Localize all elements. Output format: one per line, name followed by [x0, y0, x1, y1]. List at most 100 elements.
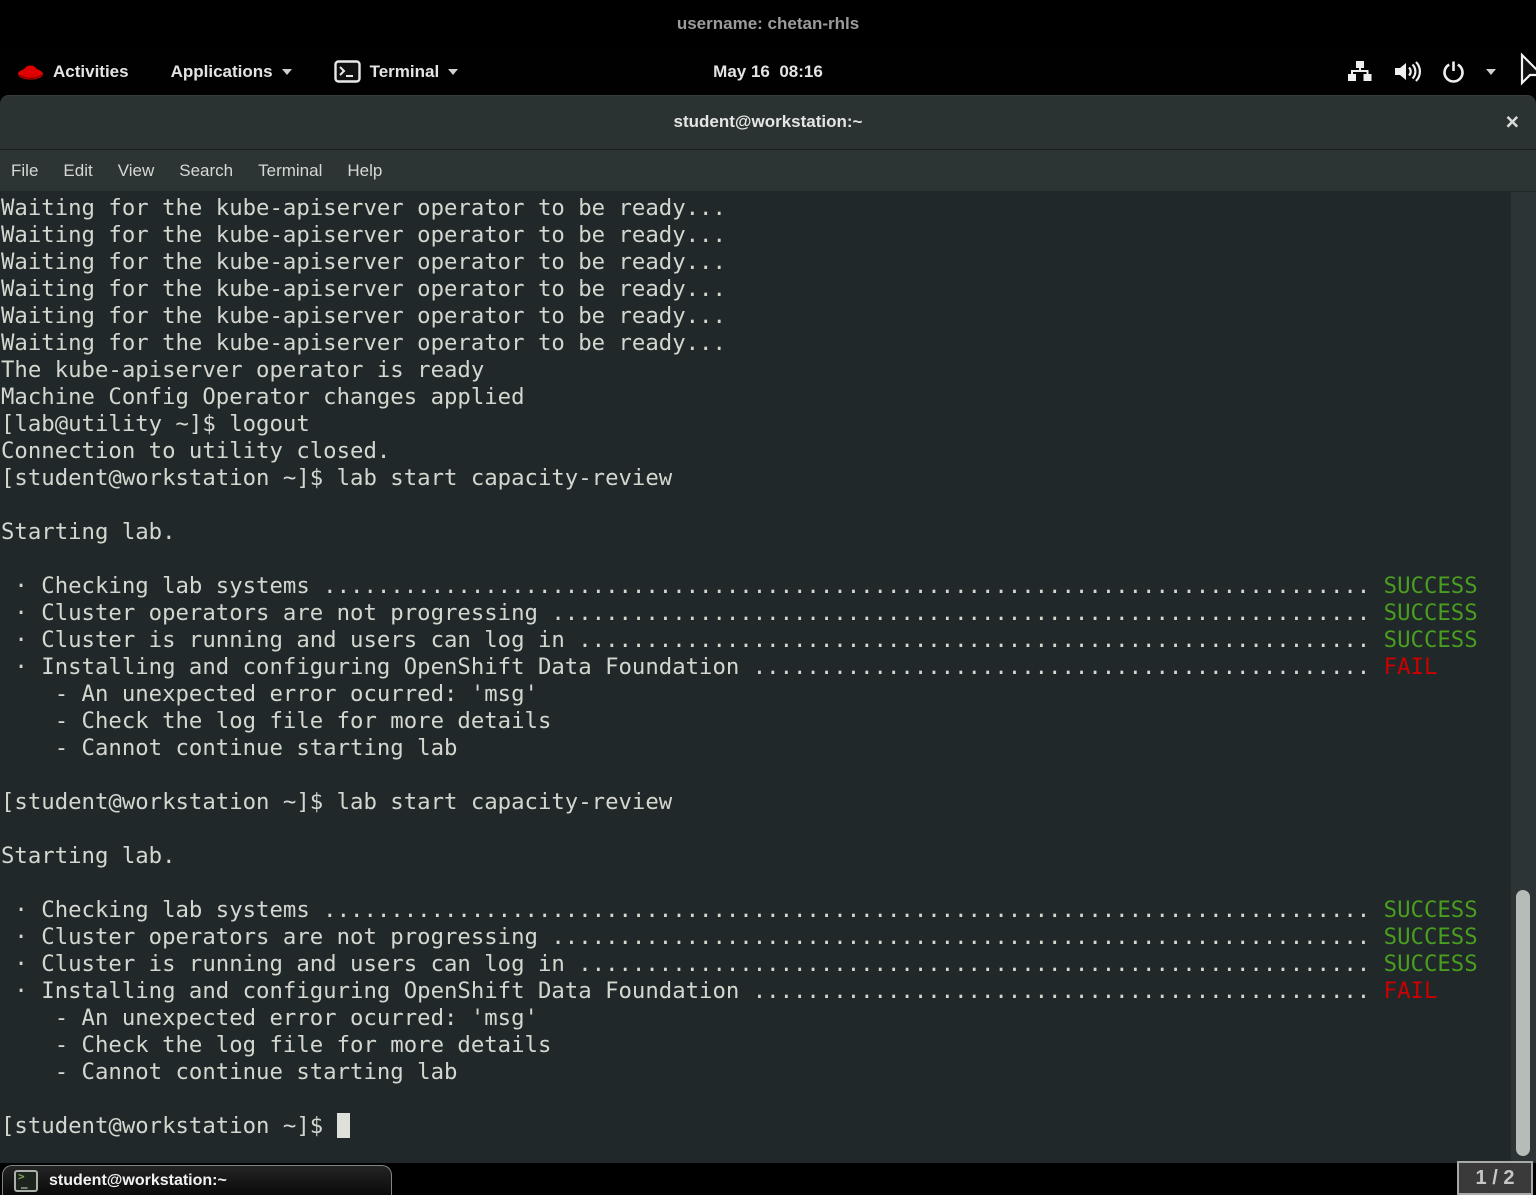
taskbar-window-button[interactable]: > _ student@workstation:~ — [2, 1165, 392, 1195]
session-username-text: username: chetan-rhls — [676, 14, 860, 33]
clock-button[interactable]: May 16 08:16 — [713, 62, 823, 82]
terminal-line: - Cannot continue starting lab — [1, 1059, 1536, 1086]
terminal-line: The kube-apiserver operator is ready — [1, 357, 1536, 384]
terminal-line-text: Starting lab. — [1, 843, 176, 869]
terminal-line-text: · Cluster operators are not progressing … — [1, 600, 1384, 626]
terminal-line: - An unexpected error ocurred: 'msg' — [1, 1005, 1536, 1032]
status-badge: FAIL — [1383, 978, 1438, 1004]
terminal-line-text: Waiting for the kube-apiserver operator … — [1, 303, 726, 329]
terminal-line: Waiting for the kube-apiserver operator … — [1, 222, 1536, 249]
network-icon[interactable] — [1347, 60, 1372, 83]
applications-label: Applications — [170, 61, 273, 81]
power-icon[interactable] — [1442, 60, 1465, 83]
chevron-down-icon[interactable] — [1486, 68, 1496, 75]
workspace-pager[interactable]: 1 / 2 — [1457, 1161, 1533, 1195]
status-badge: SUCCESS — [1383, 600, 1478, 626]
terminal-line: Waiting for the kube-apiserver operator … — [1, 249, 1536, 276]
activities-label: Activities — [53, 61, 129, 81]
gnome-top-bar: Activities Applications Terminal May 16 … — [0, 48, 1536, 95]
terminal-line-text: - Cannot continue starting lab — [1, 735, 458, 761]
terminal-line: Machine Config Operator changes applied — [1, 384, 1536, 411]
terminal-line-text: The kube-apiserver operator is ready — [1, 357, 485, 383]
status-badge: SUCCESS — [1383, 897, 1478, 923]
window-titlebar[interactable]: student@workstation:~ × — [0, 95, 1536, 149]
taskbar-window-label: student@workstation:~ — [49, 1171, 227, 1189]
status-badge: SUCCESS — [1383, 924, 1478, 950]
terminal-line-text: · Installing and configuring OpenShift D… — [1, 654, 1384, 680]
terminal-line-text: Waiting for the kube-apiserver operator … — [1, 276, 726, 302]
scrollbar-track[interactable] — [1510, 192, 1536, 1195]
terminal-cursor — [336, 1113, 350, 1138]
terminal-line-text: · Cluster operators are not progressing … — [1, 924, 1384, 950]
terminal-line-text: - An unexpected error ocurred: 'msg' — [1, 1005, 538, 1031]
status-badge: SUCCESS — [1383, 573, 1478, 599]
session-banner: username: chetan-rhls — [0, 0, 1536, 48]
terminal-line-text: · Installing and configuring OpenShift D… — [1, 978, 1384, 1004]
scrollbar-thumb[interactable] — [1516, 890, 1530, 1156]
terminal-line: - Check the log file for more details — [1, 1032, 1536, 1059]
terminal-line-text: Waiting for the kube-apiserver operator … — [1, 195, 726, 221]
terminal-line-text: Starting lab. — [1, 519, 176, 545]
terminal-icon: > _ — [14, 1169, 38, 1192]
volume-icon[interactable] — [1393, 60, 1421, 83]
terminal-line-text: [student@workstation ~]$ lab start capac… — [1, 789, 673, 815]
menu-help[interactable]: Help — [347, 161, 382, 181]
status-badge: FAIL — [1383, 654, 1438, 680]
terminal-line: Starting lab. — [1, 519, 1536, 546]
terminal-line: Waiting for the kube-apiserver operator … — [1, 330, 1536, 357]
menu-search[interactable]: Search — [179, 161, 233, 181]
terminal-line-text: Waiting for the kube-apiserver operator … — [1, 249, 726, 275]
terminal-line: · Checking lab systems .................… — [1, 897, 1536, 924]
window-title: student@workstation:~ — [673, 112, 863, 131]
terminal-line-text: - Check the log file for more details — [1, 1032, 552, 1058]
activities-button[interactable]: Activities — [17, 61, 129, 82]
menu-terminal[interactable]: Terminal — [258, 161, 322, 181]
terminal-line: - Cannot continue starting lab — [1, 735, 1536, 762]
terminal-line: · Installing and configuring OpenShift D… — [1, 978, 1536, 1005]
terminal-line-text: [lab@utility ~]$ logout — [1, 411, 310, 437]
terminal-line-text: Machine Config Operator changes applied — [1, 384, 525, 410]
terminal-line: · Checking lab systems .................… — [1, 573, 1536, 600]
terminal-line-text: Connection to utility closed. — [1, 438, 391, 464]
terminal-line: · Cluster operators are not progressing … — [1, 924, 1536, 951]
terminal-line: Connection to utility closed. — [1, 438, 1536, 465]
terminal-window: student@workstation:~ × File Edit View S… — [0, 95, 1536, 1195]
menu-view[interactable]: View — [118, 161, 155, 181]
terminal-line-text: [student@workstation ~]$ lab start capac… — [1, 465, 673, 491]
taskbar: > _ student@workstation:~ 1 / 2 — [0, 1161, 1536, 1195]
applications-menu[interactable]: Applications — [171, 62, 292, 82]
terminal-line-text: · Checking lab systems .................… — [1, 897, 1384, 923]
terminal-line: - An unexpected error ocurred: 'msg' — [1, 681, 1536, 708]
menu-edit[interactable]: Edit — [63, 161, 92, 181]
terminal-line: · Cluster is running and users can log i… — [1, 627, 1536, 654]
terminal-line-text: - An unexpected error ocurred: 'msg' — [1, 681, 538, 707]
terminal-line: · Installing and configuring OpenShift D… — [1, 654, 1536, 681]
terminal-app-menu[interactable]: Terminal — [333, 60, 459, 83]
status-badge: SUCCESS — [1383, 627, 1478, 653]
redhat-logo-icon — [18, 65, 43, 80]
terminal-line: Waiting for the kube-apiserver operator … — [1, 303, 1536, 330]
status-badge: SUCCESS — [1383, 951, 1478, 977]
menu-bar: File Edit View Search Terminal Help — [0, 149, 1536, 191]
terminal-line: [student@workstation ~]$ lab start capac… — [1, 465, 1536, 492]
terminal-line-text: Waiting for the kube-apiserver operator … — [1, 222, 726, 248]
close-button[interactable]: × — [1506, 110, 1519, 134]
terminal-line-text: · Cluster is running and users can log i… — [1, 627, 1384, 653]
terminal-line: [student@workstation ~]$ lab start capac… — [1, 789, 1536, 816]
terminal-content[interactable]: Waiting for the kube-apiserver operator … — [0, 192, 1536, 1195]
top-bar-right — [1347, 60, 1536, 83]
terminal-line-text: · Checking lab systems .................… — [1, 573, 1384, 599]
terminal-line-text: - Check the log file for more details — [1, 708, 552, 734]
menu-file[interactable]: File — [11, 161, 38, 181]
terminal-line-text: Waiting for the kube-apiserver operator … — [1, 330, 726, 356]
chevron-down-icon — [448, 68, 459, 75]
terminal-line-text: - Cannot continue starting lab — [1, 1059, 458, 1085]
top-bar-left: Activities Applications Terminal — [0, 60, 459, 83]
terminal-menu-label: Terminal — [369, 61, 440, 81]
